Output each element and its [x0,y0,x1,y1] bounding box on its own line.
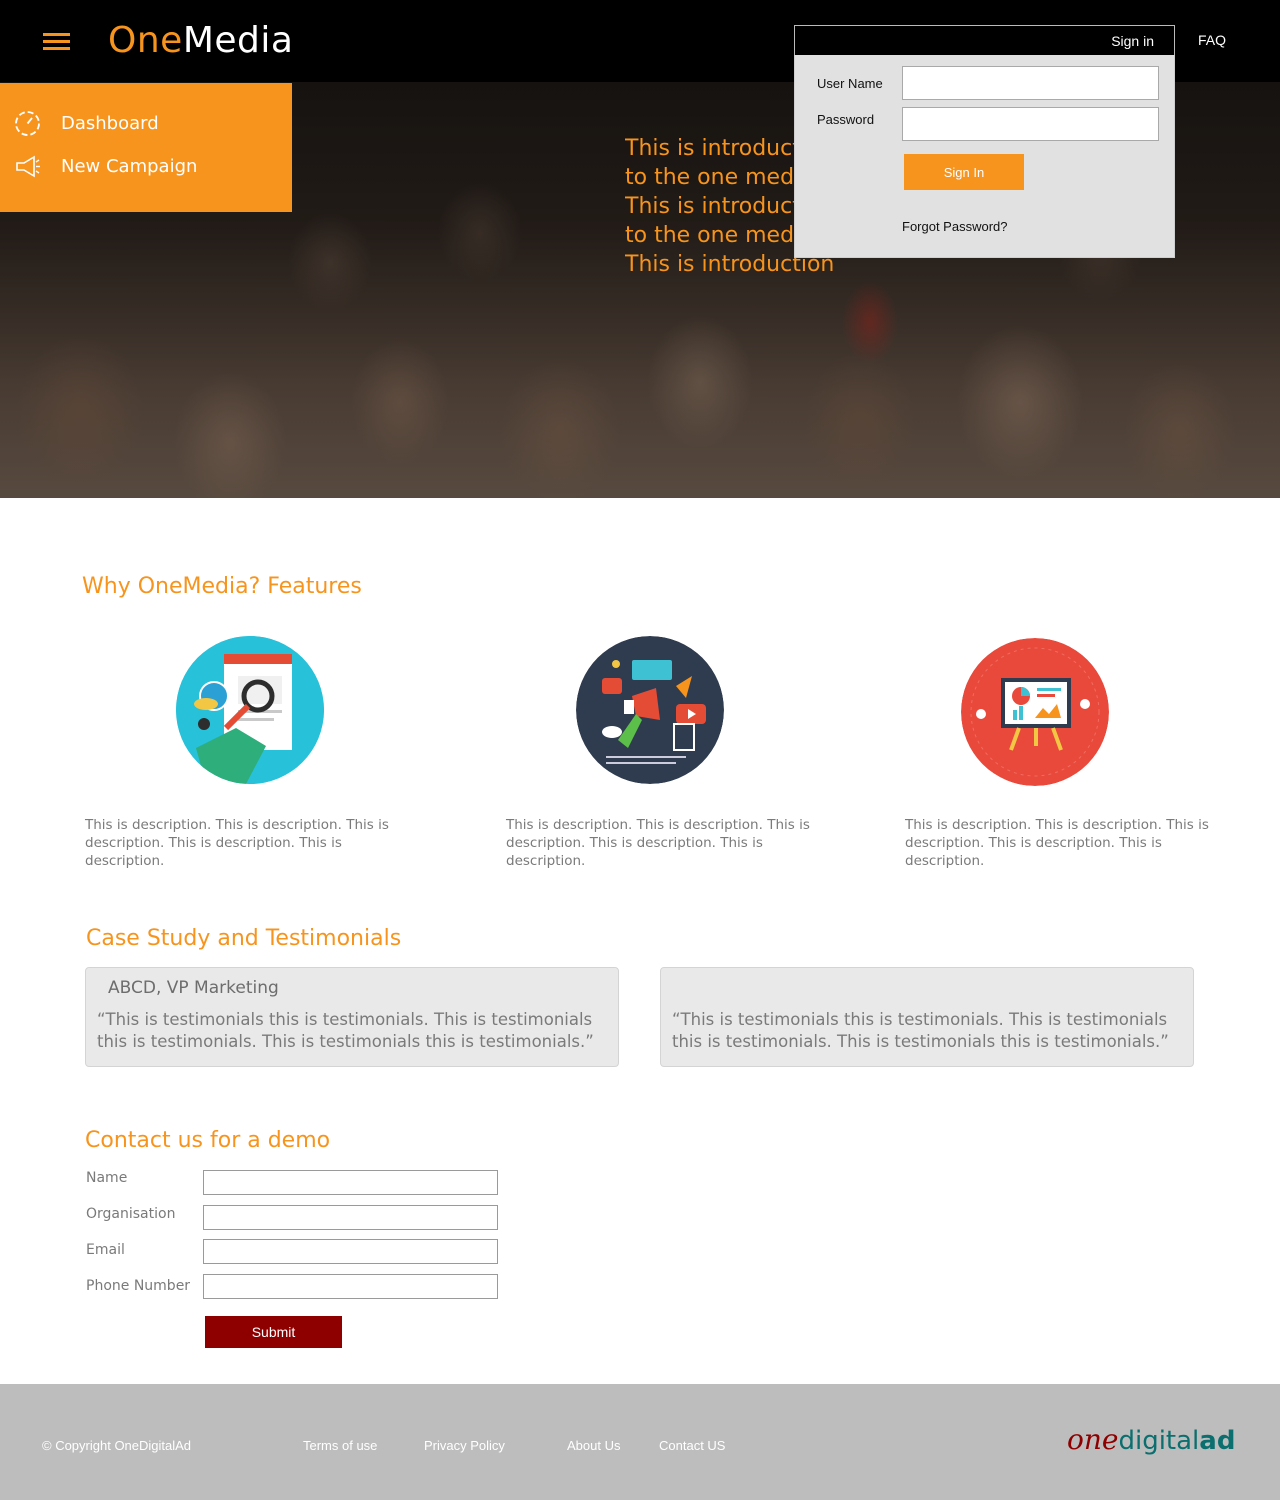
contact-name-label: Name [86,1170,128,1186]
menu-item-dashboard[interactable]: Dashboard [14,108,159,138]
menu-item-new-campaign[interactable]: New Campaign [14,151,197,181]
contact-phone-input[interactable] [203,1274,498,1299]
logo[interactable]: OneMedia [108,20,293,62]
testimonial-card-1: ABCD, VP Marketing “This is testimonials… [85,967,619,1067]
faq-link[interactable]: FAQ [1198,32,1226,48]
footer-link-privacy[interactable]: Privacy Policy [424,1438,505,1453]
submit-button[interactable]: Submit [205,1316,342,1348]
username-label: User Name [817,76,883,91]
testimonial-quote: “This is testimonials this is testimonia… [97,1010,594,1051]
signin-tab[interactable]: Sign in [794,25,1175,55]
footer-logo-digital: digital [1118,1426,1200,1456]
signin-button[interactable]: Sign In [904,154,1024,190]
footer-logo[interactable]: onedigitalad [1067,1423,1235,1456]
logo-one-text: One [108,20,183,61]
feature-desc-3: This is description. This is description… [905,817,1209,869]
menu-item-dashboard-label: Dashboard [61,112,159,134]
contact-title: Contact us for a demo [85,1128,331,1153]
password-input[interactable] [902,107,1159,141]
signin-tab-label: Sign in [1111,33,1154,49]
megaphone-icon [14,153,41,180]
contact-phone-label: Phone Number [86,1278,191,1294]
contact-email-label: Email [86,1242,125,1258]
footer-logo-one: one [1067,1423,1119,1456]
report-chart-icon [961,638,1109,786]
social-media-icon [576,636,724,784]
testimonial-author: ABCD, VP Marketing [108,978,279,998]
footer-copyright: © Copyright OneDigitalAd [42,1438,192,1453]
contact-organisation-input[interactable] [203,1205,498,1230]
forgot-password-link[interactable]: Forgot Password? [902,219,1008,234]
footer-link-terms[interactable]: Terms of use [303,1438,377,1453]
testimonial-quote: “This is testimonials this is testimonia… [672,1010,1169,1051]
password-label: Password [817,112,875,127]
contact-organisation-label: Organisation [86,1206,176,1222]
testimonial-card-2: “This is testimonials this is testimonia… [660,967,1194,1067]
username-input[interactable] [902,66,1159,100]
hamburger-menu-icon[interactable] [43,33,70,51]
footer-logo-ad: ad [1199,1426,1236,1456]
side-menu: Dashboard New Campaign [0,83,292,212]
feature-desc-2: This is description. This is description… [506,817,810,869]
footer-link-about[interactable]: About Us [567,1438,620,1453]
dashboard-gauge-icon [14,110,41,137]
contact-name-input[interactable] [203,1170,498,1195]
signin-panel: User Name Password Sign In Forgot Passwo… [794,55,1175,258]
footer: © Copyright OneDigitalAd Terms of use Pr… [0,1384,1280,1500]
contact-email-input[interactable] [203,1239,498,1264]
logo-media-text: Media [182,20,294,61]
footer-link-contact[interactable]: Contact US [659,1438,725,1453]
testimonials-title: Case Study and Testimonials [86,926,402,951]
features-title: Why OneMedia? Features [82,574,362,599]
search-analytics-icon [176,636,324,784]
feature-desc-1: This is description. This is description… [85,817,389,869]
menu-item-new-campaign-label: New Campaign [61,155,198,177]
